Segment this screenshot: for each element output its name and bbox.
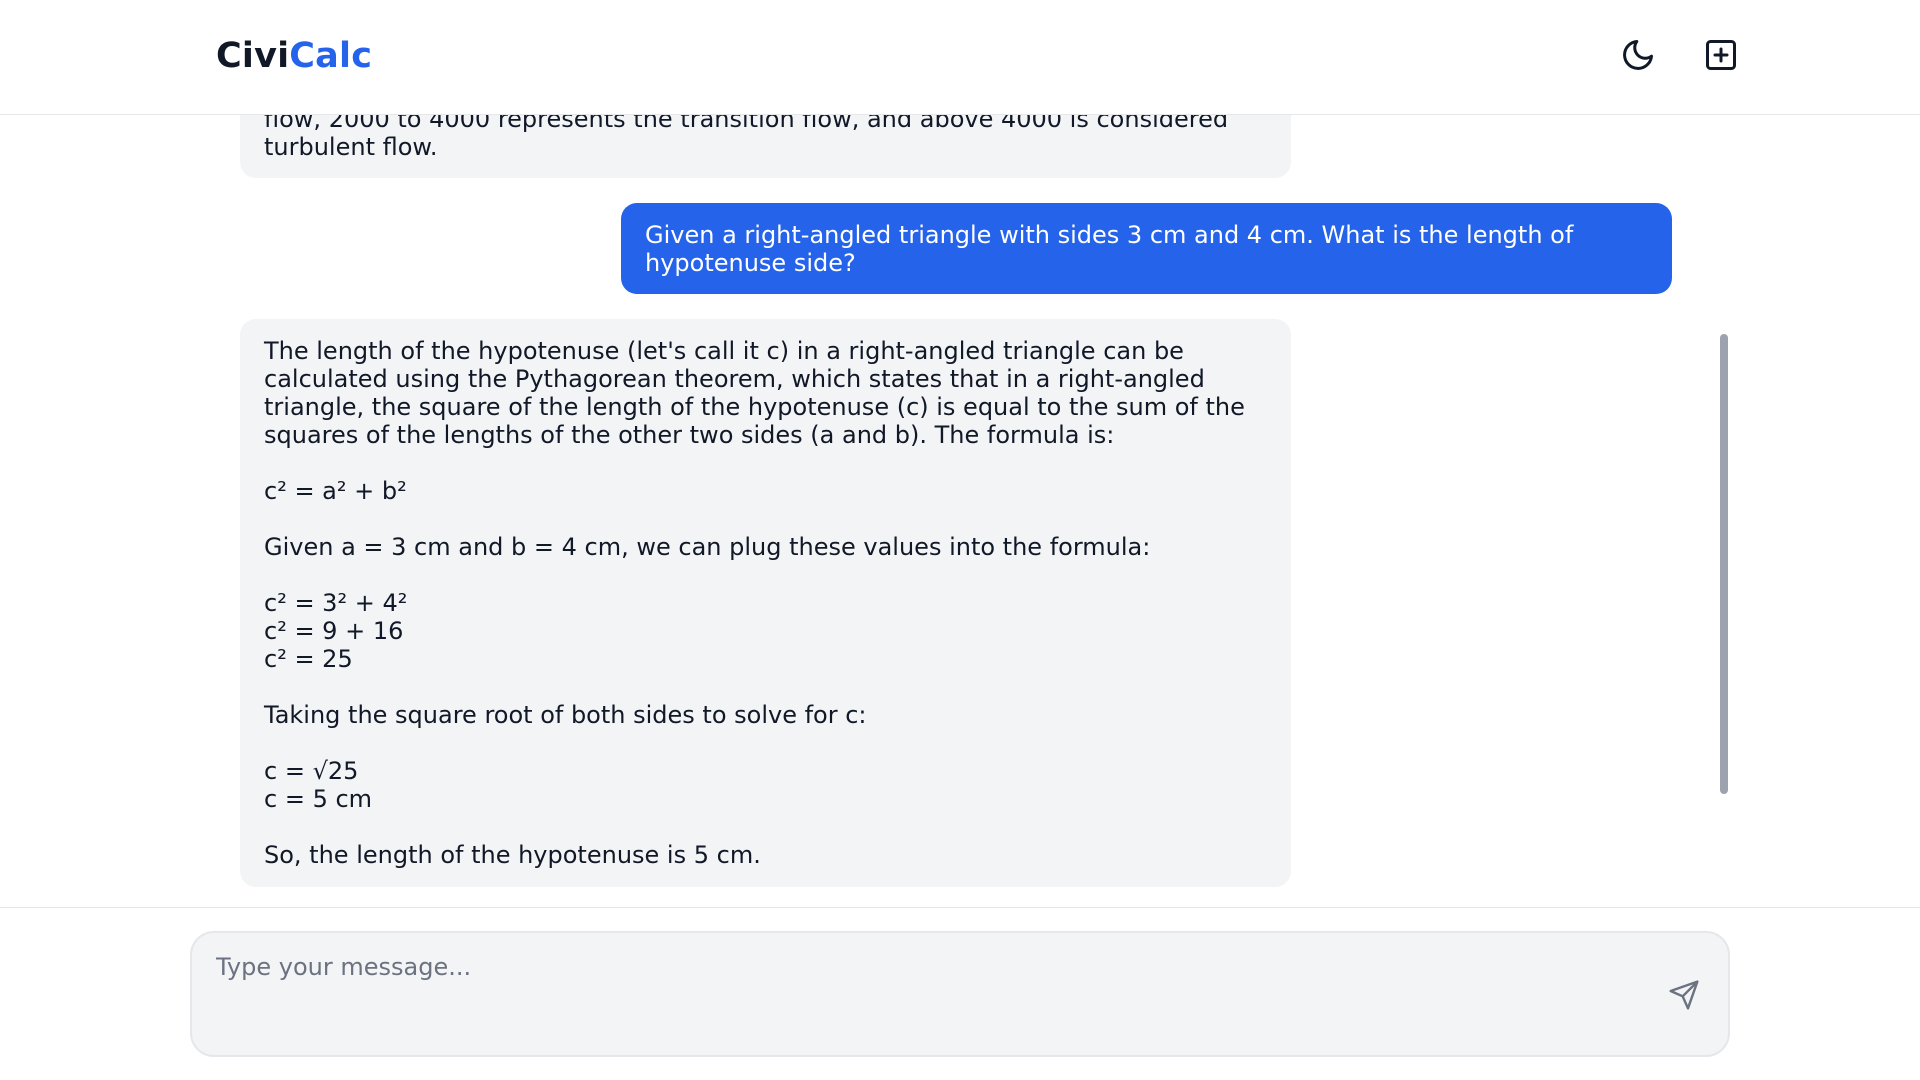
- message-input-container: [190, 931, 1730, 1057]
- composer-area: [0, 907, 1920, 1080]
- plus-square-icon: [1706, 40, 1736, 70]
- user-message: Given a right-angled triangle with sides…: [621, 203, 1672, 294]
- assistant-message: The length of the hypotenuse (let's call…: [240, 319, 1291, 887]
- app-header: CiviCalc: [0, 0, 1920, 115]
- chat-scrollbar[interactable]: [1720, 334, 1728, 794]
- moon-icon: [1623, 40, 1653, 70]
- message-input[interactable]: [216, 953, 1616, 1033]
- theme-toggle-button[interactable]: [1616, 33, 1660, 77]
- send-icon: [1669, 980, 1699, 1010]
- assistant-message: flow, 2000 to 4000 represents the transi…: [240, 115, 1291, 178]
- logo-text-calc: Calc: [289, 36, 373, 76]
- send-button[interactable]: [1662, 973, 1706, 1017]
- new-chat-button[interactable]: [1699, 33, 1743, 77]
- app-logo[interactable]: CiviCalc: [216, 36, 372, 76]
- logo-text-civi: Civi: [216, 36, 290, 76]
- chat-messages[interactable]: flow, 2000 to 4000 represents the transi…: [0, 115, 1920, 907]
